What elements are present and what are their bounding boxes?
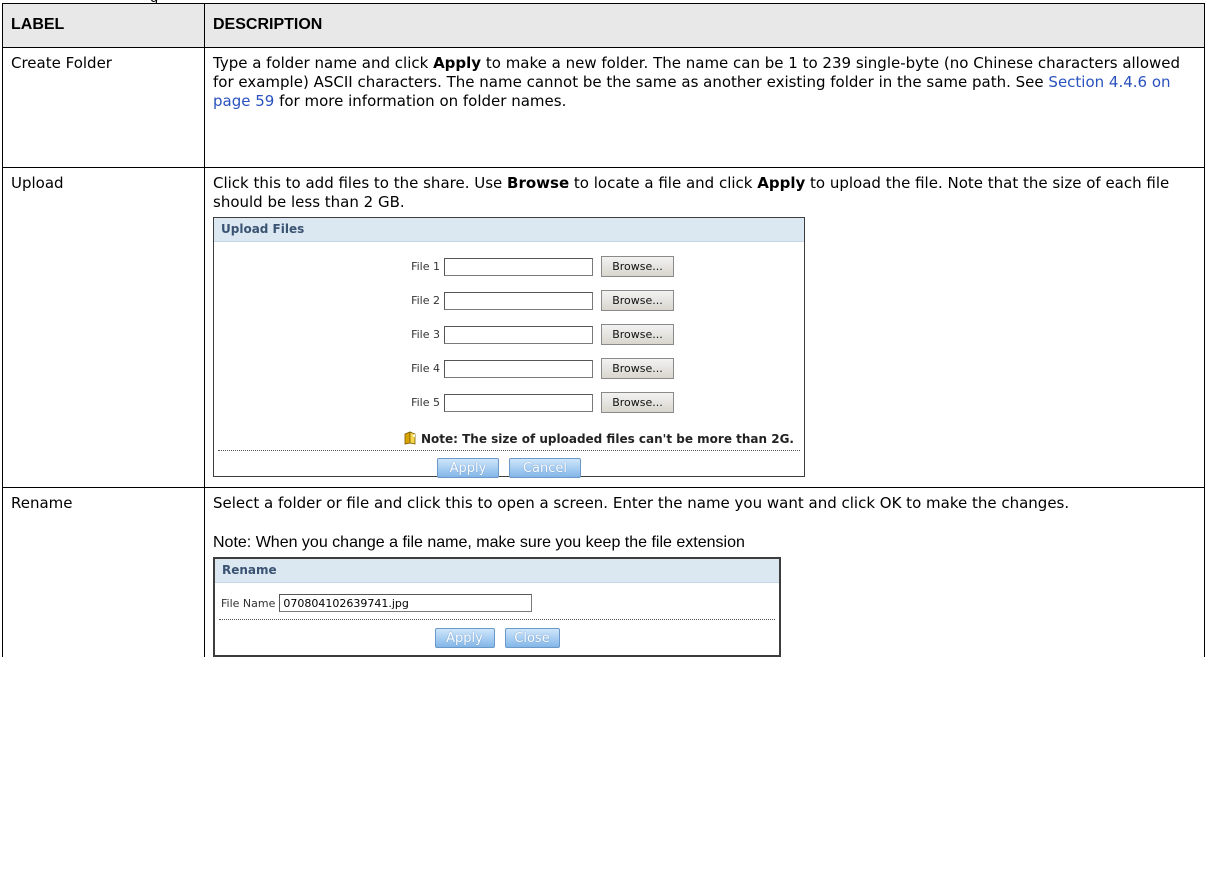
- dialog-buttons: Apply Close: [215, 620, 779, 648]
- upload-files-dialog: Upload Files File 1 Browse... File 2 Bro…: [213, 217, 805, 478]
- table-row: Create Folder Type a folder name and cli…: [2, 47, 1205, 168]
- file-row: File 1 Browse...: [214, 255, 804, 278]
- row-label: Rename: [2, 487, 205, 657]
- apply-button[interactable]: Apply: [437, 458, 499, 478]
- file-1-input[interactable]: [444, 257, 593, 276]
- rename-note: Note: When you change a file name, make …: [213, 534, 745, 551]
- file-label: File 5: [411, 396, 440, 409]
- row-description: Type a folder name and click Apply to ma…: [204, 47, 1205, 168]
- description-table: LABEL DESCRIPTION Create Folder Type a f…: [2, 3, 1205, 657]
- file-label: File 3: [411, 328, 440, 341]
- file-label: File 4: [411, 362, 440, 375]
- browse-button[interactable]: Browse...: [601, 392, 674, 413]
- file-row: File 5 Browse...: [214, 391, 804, 414]
- text-run: Type a folder name and click: [213, 54, 434, 72]
- file-label: File 1: [411, 260, 440, 273]
- bold-term: Browse: [507, 174, 570, 192]
- dialog-title: Rename: [215, 559, 779, 583]
- dialog-title: Upload Files: [214, 218, 804, 242]
- browse-button[interactable]: Browse...: [601, 256, 674, 277]
- note-icon: [403, 430, 417, 445]
- header-description: DESCRIPTION: [204, 3, 1205, 48]
- table-row: Rename Select a folder or file and click…: [2, 487, 1205, 657]
- row-label: Create Folder: [2, 47, 205, 168]
- bold-term: Apply: [433, 54, 482, 72]
- cancel-button[interactable]: Cancel: [509, 458, 581, 478]
- file-3-input[interactable]: [444, 325, 593, 344]
- row-description: Select a folder or file and click this t…: [204, 487, 1205, 657]
- file-row: File 2 Browse...: [214, 289, 804, 312]
- description-text: Click this to add files to the share. Us…: [213, 174, 1196, 212]
- upload-note: Note: The size of uploaded files can't b…: [214, 428, 804, 450]
- browse-button[interactable]: Browse...: [601, 358, 674, 379]
- description-text: Type a folder name and click Apply to ma…: [213, 54, 1196, 111]
- browse-button[interactable]: Browse...: [601, 290, 674, 311]
- file-name-label: File Name: [221, 596, 276, 610]
- rename-dialog: Rename File Name Apply Close: [213, 557, 781, 657]
- file-2-input[interactable]: [444, 291, 593, 310]
- file-name-input[interactable]: [279, 594, 533, 612]
- text-run: Click this to add files to the share. Us…: [213, 174, 508, 192]
- apply-button[interactable]: Apply: [434, 628, 495, 648]
- file-4-input[interactable]: [444, 359, 593, 378]
- row-description: Click this to add files to the share. Us…: [204, 167, 1205, 488]
- description-text: Select a folder or file and click this t…: [213, 494, 1070, 512]
- text-run: for more information on folder names.: [274, 92, 567, 110]
- header-label: LABEL: [2, 3, 205, 48]
- browse-button[interactable]: Browse...: [601, 324, 674, 345]
- table-row: Upload Click this to add files to the sh…: [2, 167, 1205, 488]
- note-text: Note: The size of uploaded files can't b…: [420, 432, 794, 446]
- dialog-buttons: Apply Cancel: [214, 451, 804, 478]
- row-label: Upload: [2, 167, 205, 488]
- file-row: File 4 Browse...: [214, 357, 804, 380]
- file-row: File 3 Browse...: [214, 323, 804, 346]
- close-button[interactable]: Close: [504, 628, 560, 648]
- bold-term: Apply: [757, 174, 806, 192]
- file-5-input[interactable]: [444, 393, 593, 412]
- file-label: File 2: [411, 294, 440, 307]
- text-run: to locate a file and click: [569, 174, 758, 192]
- table-header-row: LABEL DESCRIPTION: [2, 3, 1205, 48]
